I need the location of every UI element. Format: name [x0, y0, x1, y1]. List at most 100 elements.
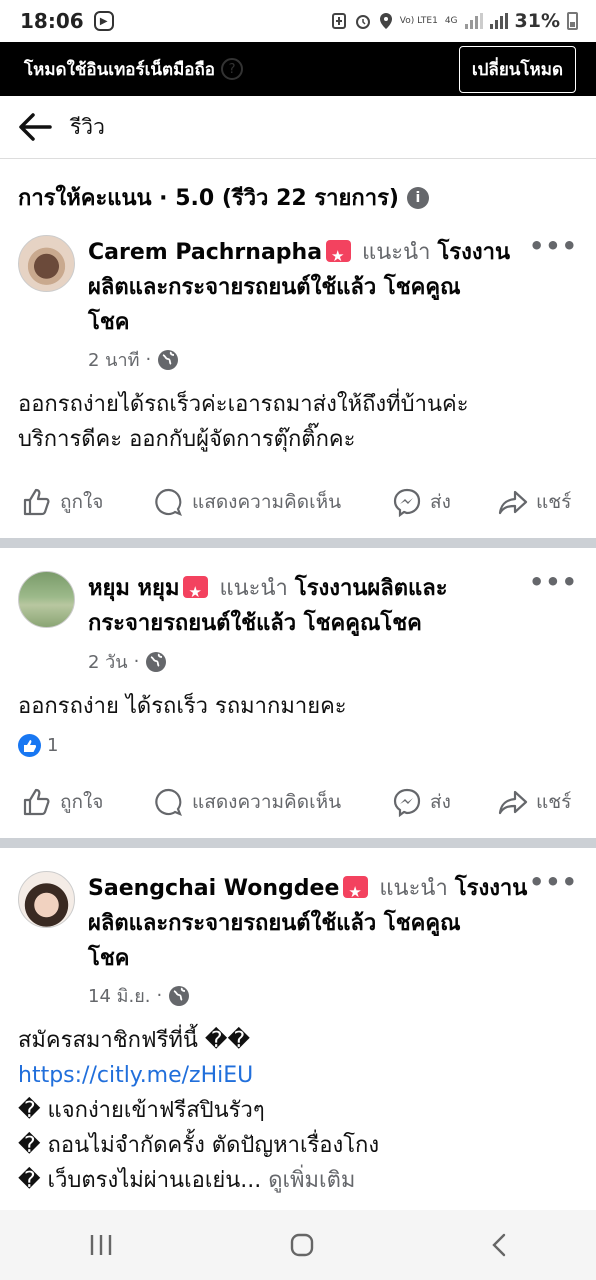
- recommend-icon: [343, 875, 369, 910]
- back-icon[interactable]: [490, 1232, 508, 1258]
- status-time: 18:06: [20, 9, 84, 33]
- review-time[interactable]: 2 วัน: [88, 647, 128, 676]
- like-count: 1: [47, 735, 59, 756]
- location-icon: [379, 13, 392, 29]
- messenger-icon: [393, 788, 421, 817]
- globe-icon: [146, 651, 167, 672]
- recommends-label: แนะนำ: [362, 240, 431, 265]
- reviewer-name[interactable]: Carem Pachrnapha: [88, 240, 322, 265]
- page-name[interactable]: โรงงาน: [437, 240, 510, 265]
- info-icon[interactable]: i: [406, 186, 429, 209]
- avatar[interactable]: [18, 571, 75, 628]
- review-headline: Saengchai Wongdee แนะนำ โรงงาน ผลิตและกร…: [88, 871, 528, 976]
- share-label: แชร์: [536, 491, 572, 513]
- recommend-icon: [183, 575, 209, 610]
- send-label: ส่ง: [430, 491, 451, 513]
- comment-label: แสดงความคิดเห็น: [192, 491, 342, 513]
- network-type: 4G: [444, 15, 458, 26]
- review-text: สมัครสมาชิกฟรีที่นี้ �� https://citly.me…: [18, 1023, 578, 1198]
- data-mode-banner: โหมดใช้อินเทอร์เน็ตมือถือ ? เปลี่ยนโหมด: [0, 42, 596, 96]
- status-bar: 18:06 ▶ Vo) LTE1 4G 31%: [0, 0, 596, 42]
- review-text-line: � ถอนไม่จำกัดครั้ง ตัดปัญหาเรื่องโกง: [18, 1133, 380, 1158]
- section-divider: [0, 838, 596, 848]
- messenger-icon: [393, 488, 421, 517]
- back-arrow-icon[interactable]: [18, 110, 52, 144]
- more-options-icon[interactable]: •••: [529, 568, 578, 596]
- share-button[interactable]: แชร์: [498, 787, 571, 817]
- recommends-label: แนะนำ: [379, 876, 448, 901]
- share-button[interactable]: แชร์: [498, 487, 571, 517]
- review-headline: หยุม หยุม แนะนำ โรงงานผลิตและ กระจายรถยน…: [88, 571, 528, 641]
- review-headline: Carem Pachrnapha แนะนำ โรงงาน ผลิตและกระ…: [88, 235, 528, 340]
- page-name-line2[interactable]: กระจายรถยนต์ใช้แล้ว โชคคูณโชค: [88, 611, 422, 636]
- comment-button[interactable]: แสดงความคิดเห็น: [154, 787, 341, 817]
- review-text-line: � แจกง่ายเข้าฟรีสปินรัวๆ: [18, 1098, 265, 1123]
- review-text-line: � เว็บตรงไม่ผ่านเอเย่น...: [18, 1168, 262, 1193]
- volte-label: Vo) LTE1: [399, 15, 438, 26]
- alarm-icon: [355, 15, 370, 29]
- info-icon[interactable]: ?: [221, 58, 244, 80]
- share-icon: [498, 790, 528, 815]
- data-saver-icon: [331, 13, 346, 29]
- page-name[interactable]: โรงงาน: [455, 876, 528, 901]
- separator-dot: ·: [145, 349, 152, 370]
- share-icon: [498, 490, 528, 515]
- banner-message: โหมดใช้อินเทอร์เน็ตมือถือ: [24, 59, 216, 80]
- page-name-line3[interactable]: โชค: [88, 310, 129, 335]
- like-label: ถูกใจ: [60, 491, 104, 513]
- page-name-line2[interactable]: ผลิตและกระจายรถยนต์ใช้แล้ว โชคคูณ: [88, 275, 461, 300]
- action-bar: ถูกใจ แสดงความคิดเห็น ส่ง แชร์: [0, 782, 596, 822]
- action-bar: ถูกใจ แสดงความคิดเห็น ส่ง แชร์: [0, 482, 596, 522]
- review-meta: 2 วัน ·: [88, 647, 167, 676]
- review-meta: 2 นาที ·: [88, 345, 179, 374]
- more-options-icon[interactable]: •••: [529, 868, 578, 896]
- review-text-line: ออกรถง่ายได้รถเร็วค่ะเอารถมาส่งให้ถึงที่…: [18, 392, 469, 417]
- page-name[interactable]: โรงงานผลิตและ: [295, 576, 448, 601]
- reviewer-name[interactable]: Saengchai Wongdee: [88, 876, 339, 901]
- review-time[interactable]: 2 นาที: [88, 345, 139, 374]
- page-name-line3[interactable]: โชค: [88, 946, 129, 971]
- avatar[interactable]: [18, 871, 75, 928]
- signal-icon: [464, 13, 483, 29]
- review-text: ออกรถง่าย ได้รถเร็ว รถมากมายคะ: [18, 689, 578, 724]
- comment-button[interactable]: แสดงความคิดเห็น: [154, 487, 341, 517]
- more-options-icon[interactable]: •••: [529, 232, 578, 260]
- review-link[interactable]: https://citly.me/zHiEU: [18, 1063, 253, 1088]
- comment-label: แสดงความคิดเห็น: [192, 791, 342, 813]
- globe-icon: [169, 985, 190, 1006]
- page-title: รีวิว: [70, 114, 105, 139]
- review-text-line: ออกรถง่าย ได้รถเร็ว รถมากมายคะ: [18, 694, 347, 719]
- comment-icon: [155, 788, 182, 816]
- section-divider: [0, 538, 596, 548]
- battery-icon: [567, 12, 578, 30]
- recent-apps-icon[interactable]: [88, 1233, 114, 1257]
- system-nav-bar: [0, 1210, 596, 1280]
- recommends-label: แนะนำ: [219, 576, 288, 601]
- review-time[interactable]: 14 มิ.ย.: [88, 981, 150, 1010]
- send-label: ส่ง: [430, 791, 451, 813]
- send-button[interactable]: ส่ง: [392, 787, 451, 817]
- like-icon: [23, 488, 50, 516]
- share-label: แชร์: [536, 791, 572, 813]
- reviewer-name[interactable]: หยุม หยุม: [88, 576, 179, 601]
- switch-mode-button[interactable]: เปลี่ยนโหมด: [458, 45, 576, 93]
- see-more-link[interactable]: ดูเพิ่มเติม: [268, 1168, 355, 1193]
- like-button[interactable]: ถูกใจ: [22, 487, 103, 517]
- page-name-line2[interactable]: ผลิตและกระจายรถยนต์ใช้แล้ว โชคคูณ: [88, 911, 461, 936]
- avatar[interactable]: [18, 235, 75, 292]
- review-text-line: สมัครสมาชิกฟรีที่นี้ ��: [18, 1028, 251, 1053]
- reaction-count[interactable]: 1: [18, 734, 58, 757]
- like-reaction-icon: [18, 734, 41, 757]
- rating-summary: การให้คะแนน · 5.0 (รีวิว 22 รายการ) i: [18, 180, 429, 215]
- home-icon[interactable]: [289, 1232, 315, 1258]
- like-button[interactable]: ถูกใจ: [22, 787, 103, 817]
- battery-percent: 31%: [514, 10, 560, 32]
- page-header: รีวิว: [0, 96, 596, 159]
- send-button[interactable]: ส่ง: [392, 487, 451, 517]
- comment-icon: [155, 488, 182, 516]
- review-text: ออกรถง่ายได้รถเร็วค่ะเอารถมาส่งให้ถึงที่…: [18, 387, 578, 457]
- separator-dot: ·: [156, 985, 163, 1006]
- review-meta: 14 มิ.ย. ·: [88, 981, 190, 1010]
- separator-dot: ·: [133, 651, 140, 672]
- review-text-line: บริการดีคะ ออกกับผู้จัดการตุ๊กติ๊กคะ: [18, 427, 356, 452]
